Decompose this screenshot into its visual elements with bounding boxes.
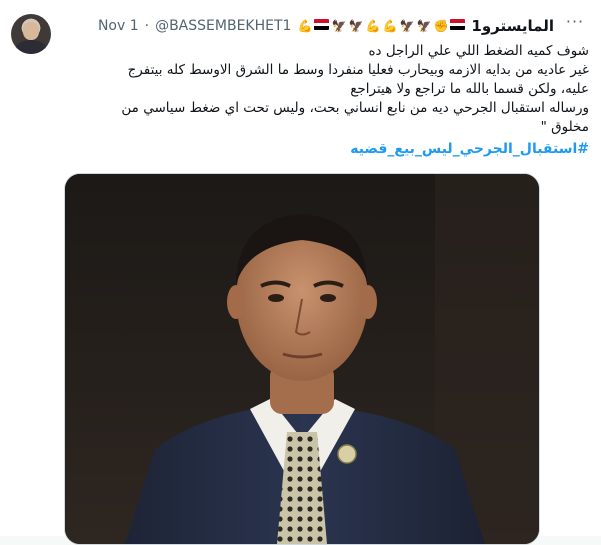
egypt-flag-icon xyxy=(314,19,330,30)
more-options-icon[interactable]: ··· xyxy=(563,14,587,34)
eagle-icon: 🦅 xyxy=(331,19,347,33)
egypt-flag-icon xyxy=(450,19,466,30)
avatar-shirt xyxy=(15,40,47,54)
eagle-icon: 🦅 xyxy=(348,19,364,33)
raised-fist-icon: ✊ xyxy=(433,19,449,33)
tweet-date[interactable]: Nov 1 xyxy=(98,18,139,34)
display-name[interactable]: المايسترو1 xyxy=(471,17,554,35)
avatar-face xyxy=(23,22,39,40)
name-emoji-row: 💪 🦅 🦅 💪 💪 🦅 🦅 ✊ xyxy=(297,19,466,33)
avatar[interactable] xyxy=(11,14,51,54)
tweet-photo[interactable] xyxy=(64,173,540,545)
tweet-text: شوف كميه الضغط اللي علي الراجل ده غير عا… xyxy=(64,42,589,137)
tweet-line: شوف كميه الضغط اللي علي الراجل ده xyxy=(368,43,589,59)
flexed-biceps-icon: 💪 xyxy=(365,19,381,33)
flexed-biceps-icon: 💪 xyxy=(382,19,398,33)
tweet-line: غير عاديه من بدايه الازمه وبيحارب فعليا … xyxy=(127,62,589,78)
flexed-biceps-icon: 💪 xyxy=(297,19,313,33)
portrait-image xyxy=(65,174,539,544)
eagle-icon: 🦅 xyxy=(399,19,415,33)
hashtag-link[interactable]: #استقبال_الجرحي_ليس_بيع_قضيه xyxy=(64,141,589,157)
eagle-icon: 🦅 xyxy=(416,19,432,33)
tweet-header: المايسترو1 💪 🦅 🦅 💪 💪 🦅 🦅 ✊ @BASSEMBEKHET… xyxy=(64,14,554,38)
user-handle[interactable]: @BASSEMBEKHET1 xyxy=(155,18,291,34)
tweet-line: ورساله استقبال الجرحي ديه من نابع انساني… xyxy=(121,100,589,116)
tweet-card[interactable]: المايسترو1 💪 🦅 🦅 💪 💪 🦅 🦅 ✊ @BASSEMBEKHET… xyxy=(0,0,601,545)
tweet-line: مخلوق " xyxy=(540,119,589,135)
tweet-line: عليه، ولكن قسما بالله ما تراجع ولا هيترا… xyxy=(350,81,589,97)
separator-dot: · xyxy=(144,18,150,34)
